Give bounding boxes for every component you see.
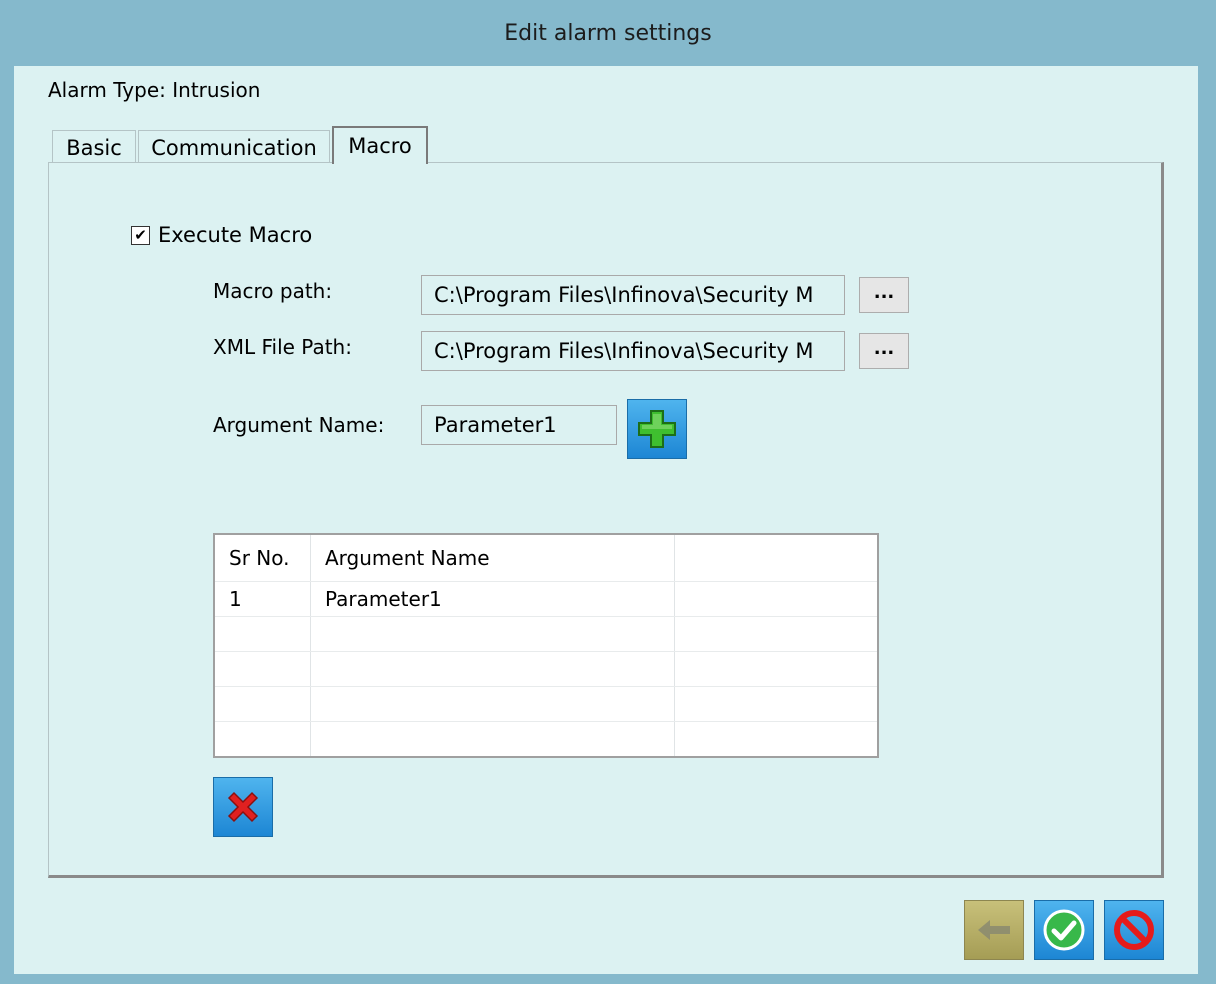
table-row[interactable] [214, 616, 879, 652]
cancel-button[interactable] [1104, 900, 1164, 960]
argument-name-label: Argument Name: [213, 413, 385, 437]
window-title-bar: Edit alarm settings [0, 0, 1216, 66]
table-cell [674, 616, 879, 652]
macro-tab-panel: ✔ Execute Macro Macro path: C:\Program F… [48, 162, 1164, 878]
plus-icon [638, 410, 676, 448]
checkmark-icon [1043, 909, 1085, 951]
tab-macro-label: Macro [348, 134, 412, 158]
argument-name-input[interactable]: Parameter1 [421, 405, 617, 445]
execute-macro-label: Execute Macro [158, 223, 313, 247]
execute-macro-checkbox[interactable]: ✔ [131, 225, 150, 245]
table-cell [214, 686, 311, 722]
table-cell [674, 721, 879, 758]
table-cell [674, 581, 879, 617]
macro-path-browse-button[interactable]: ... [859, 277, 909, 313]
table-cell [674, 651, 879, 687]
execute-macro-row[interactable]: ✔ Execute Macro [131, 223, 312, 247]
xml-path-browse-button[interactable]: ... [859, 333, 909, 369]
tab-communication[interactable]: Communication [138, 130, 330, 164]
table-header-row: Sr No. Argument Name [214, 534, 879, 582]
table-cell: Parameter1 [310, 581, 675, 617]
x-icon [227, 791, 259, 823]
table-cell [310, 616, 675, 652]
table-cell [310, 686, 675, 722]
xml-path-field[interactable]: C:\Program Files\Infinova\Security M [421, 331, 845, 371]
table-cell: 1 [214, 581, 311, 617]
table-cell [310, 651, 675, 687]
column-header-sr-no[interactable]: Sr No. [214, 534, 311, 582]
add-argument-button[interactable] [627, 399, 687, 459]
table-row[interactable] [214, 721, 879, 758]
alarm-type-label: Alarm Type: Intrusion [48, 78, 261, 102]
dialog-body: Alarm Type: Intrusion Basic Communicatio… [14, 66, 1198, 974]
table-cell [310, 721, 675, 758]
delete-argument-button[interactable] [213, 777, 273, 837]
back-arrow-icon [978, 920, 1010, 940]
macro-path-label: Macro path: [213, 279, 333, 303]
tab-macro[interactable]: Macro [332, 126, 428, 164]
macro-path-field[interactable]: C:\Program Files\Infinova\Security M [421, 275, 845, 315]
window-title: Edit alarm settings [504, 20, 712, 46]
tab-communication-label: Communication [151, 135, 317, 160]
table-row[interactable] [214, 651, 879, 687]
arguments-table: Sr No. Argument Name 1 Parameter1 [213, 533, 879, 758]
tab-basic-label: Basic [66, 135, 122, 160]
xml-path-label: XML File Path: [213, 335, 352, 359]
back-button[interactable] [964, 900, 1024, 960]
table-row[interactable]: 1 Parameter1 [214, 581, 879, 617]
table-cell [214, 651, 311, 687]
column-header-argument-name[interactable]: Argument Name [310, 534, 675, 582]
table-cell [214, 616, 311, 652]
tab-basic[interactable]: Basic [52, 130, 136, 164]
no-entry-icon [1114, 910, 1154, 950]
table-cell [214, 721, 311, 758]
ok-button[interactable] [1034, 900, 1094, 960]
table-row[interactable] [214, 686, 879, 722]
table-cell [674, 686, 879, 722]
column-header-empty [674, 534, 879, 582]
